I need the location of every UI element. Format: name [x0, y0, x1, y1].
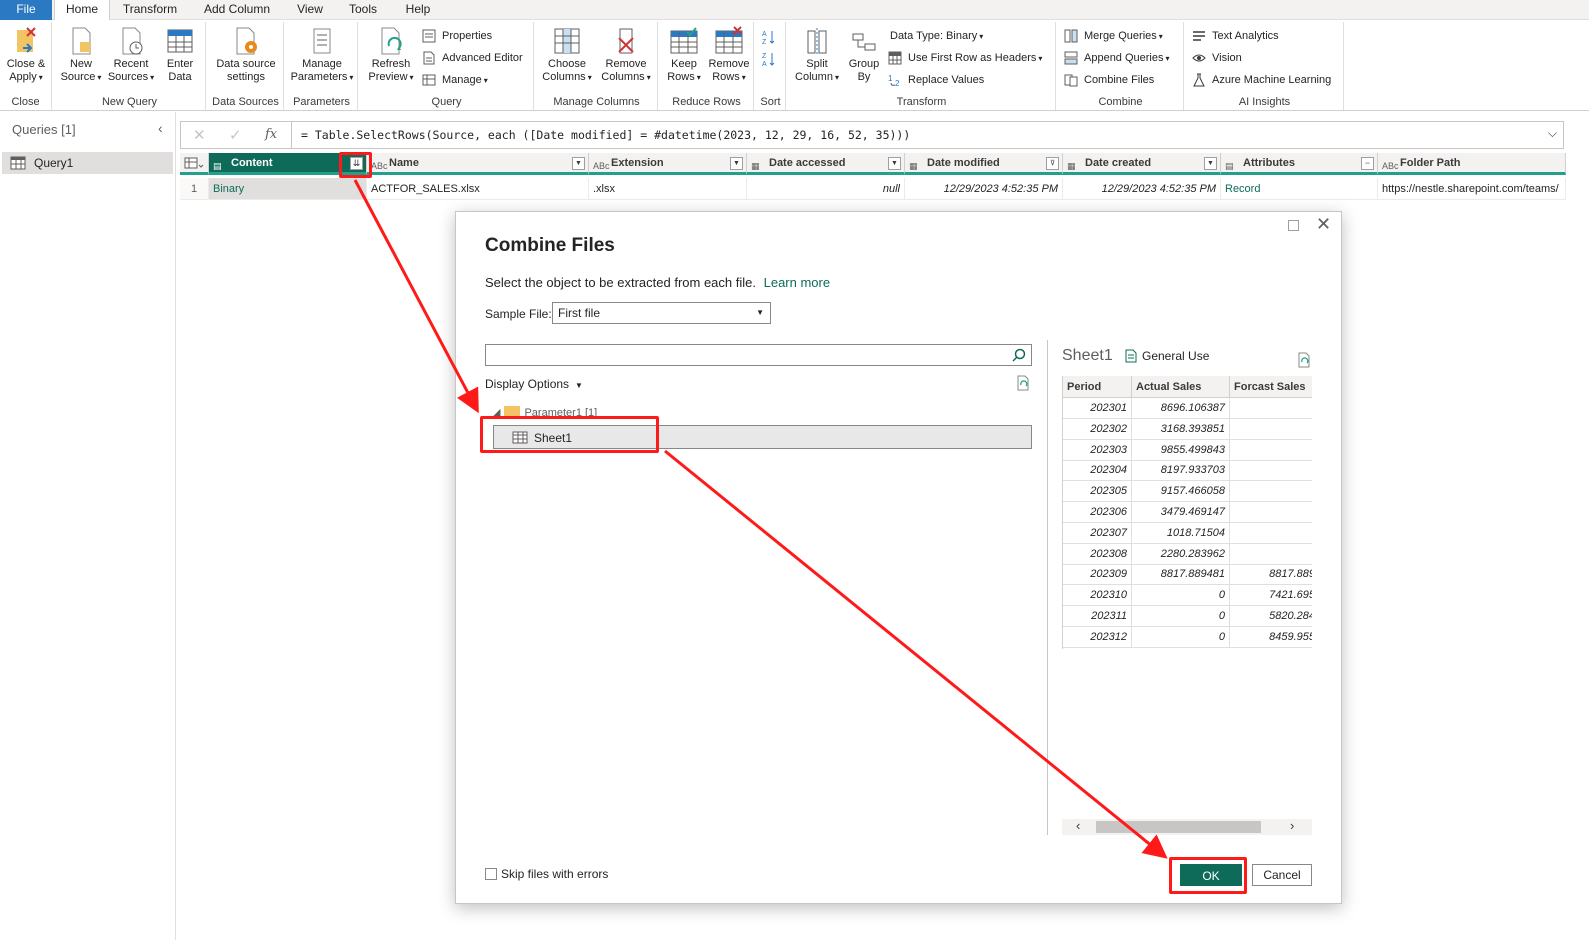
annotation-arrow-to-ok	[664, 449, 1168, 859]
annotation-arrows	[353, 179, 1168, 859]
annotation-arrow-to-sheet	[353, 179, 479, 414]
